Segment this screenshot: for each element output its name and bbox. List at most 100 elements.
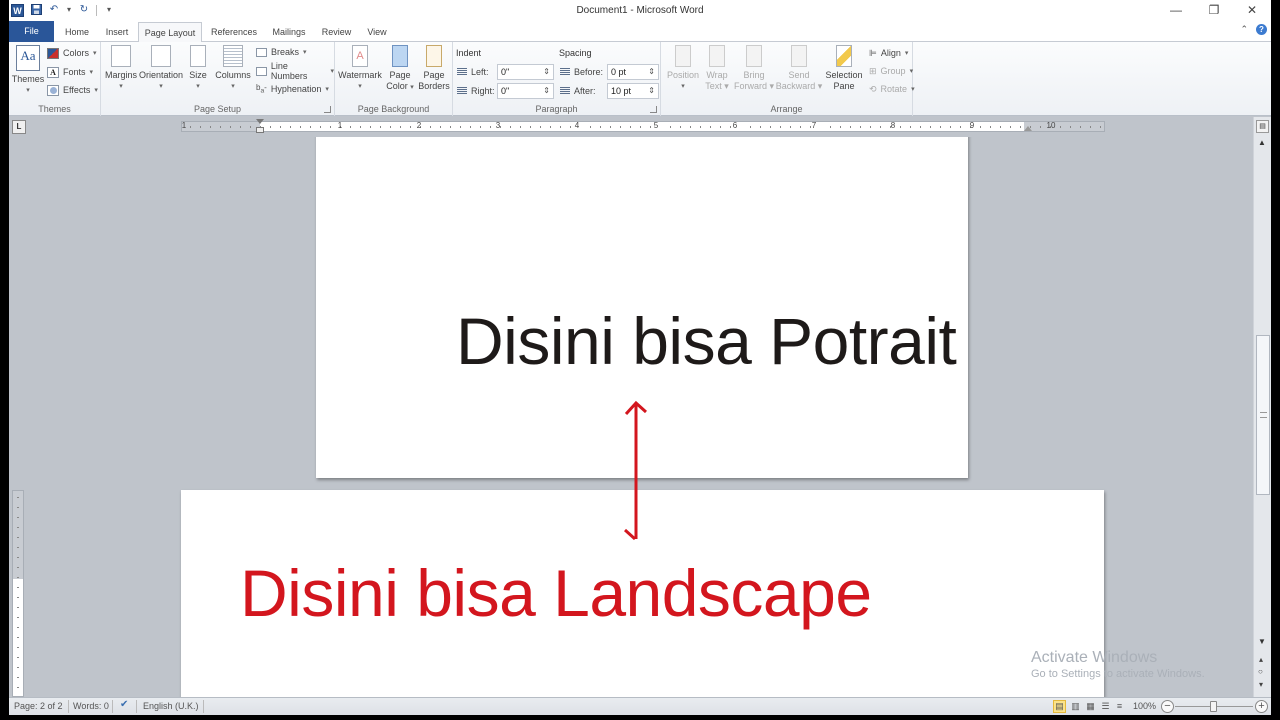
document-canvas[interactable]: Disini bisa Potrait Disini bisa Landscap… — [9, 137, 1253, 697]
left-indent-marker[interactable] — [256, 127, 264, 133]
first-line-indent-marker[interactable] — [256, 119, 264, 124]
selection-pane-button[interactable]: Selection Pane — [823, 45, 865, 92]
help-icon[interactable]: ? — [1256, 24, 1267, 35]
separator — [203, 700, 204, 713]
fonts-label: Fonts — [63, 67, 86, 77]
group-icon: ⊞ — [869, 65, 877, 76]
horizontal-ruler[interactable]: 1 1 2 3 4 5 6 7 8 9 10 — [181, 119, 1105, 133]
minimize-button[interactable]: — — [1157, 0, 1195, 21]
indent-left-label-group: Left: — [457, 64, 489, 80]
rotate-button[interactable]: ⟲ Rotate ▾ — [869, 81, 915, 97]
portrait-text[interactable]: Disini bisa Potrait — [456, 303, 957, 379]
language[interactable]: English (U.K.) — [143, 701, 199, 711]
ruler-area: L 1 1 2 3 4 5 6 7 8 9 10 — [9, 117, 1271, 137]
outline-view-icon[interactable]: ☰ — [1099, 700, 1112, 713]
tab-home[interactable]: Home — [63, 22, 91, 42]
size-button[interactable]: Size ▾ — [187, 45, 209, 92]
watermark-button[interactable]: A Watermark ▾ — [338, 45, 382, 92]
bring-forward-button[interactable]: Bring Forward ▾ — [733, 45, 775, 92]
vertical-ruler-tick — [17, 557, 19, 558]
group-arrange: Position ▾ Wrap Text ▾ Bring Forward ▾ S… — [661, 42, 915, 116]
vertical-ruler-tick — [17, 617, 19, 618]
align-button[interactable]: ⊫ Align ▾ — [869, 45, 908, 61]
close-button[interactable]: ✕ — [1233, 0, 1271, 21]
indent-right-input[interactable]: 0" ⇕ — [497, 83, 554, 99]
indent-left-label: Left: — [471, 67, 489, 77]
effects-icon — [47, 84, 59, 96]
group-button[interactable]: ⊞ Group ▾ — [869, 63, 913, 79]
zoom-in-button[interactable]: + — [1255, 700, 1268, 713]
position-button[interactable]: Position ▾ — [664, 45, 702, 92]
margins-button[interactable]: Margins ▾ — [105, 45, 137, 92]
vertical-scrollbar[interactable]: ▤ ▲ ▼ ▴ ○ ▾ — [1253, 117, 1271, 697]
colors-button[interactable]: Colors ▾ — [47, 45, 97, 61]
themes-button[interactable]: Aa Themes ▾ — [11, 45, 45, 96]
tab-view[interactable]: View — [364, 22, 390, 42]
zoom-level[interactable]: 100% — [1133, 701, 1156, 711]
fonts-button[interactable]: A Fonts ▾ — [47, 64, 93, 80]
page-color-button[interactable]: Page Color ▾ — [385, 45, 415, 93]
page-borders-button[interactable]: Page Borders — [417, 45, 451, 92]
web-layout-view-icon[interactable]: ▦ — [1084, 700, 1097, 713]
view-ruler-toggle[interactable]: ▤ — [1256, 120, 1269, 133]
size-label: Size — [189, 70, 207, 80]
send-backward-label: Send — [788, 70, 810, 80]
spacing-before-input[interactable]: 0 pt ⇕ — [607, 64, 659, 80]
word-window: W ↶ ▾ ↻ ▾ Document1 - Microsoft Word — ❐… — [9, 0, 1271, 720]
page-count[interactable]: Page: 2 of 2 — [14, 701, 63, 711]
spacing-after-input[interactable]: 10 pt ⇕ — [607, 83, 659, 99]
tab-references[interactable]: References — [209, 22, 259, 42]
ruler-number: 1 — [181, 121, 187, 130]
ruler-tick — [310, 126, 311, 128]
paragraph-dialog-launcher[interactable] — [650, 106, 657, 113]
spinner-arrows-icon[interactable]: ⇕ — [648, 65, 655, 79]
tab-page-layout[interactable]: Page Layout — [138, 22, 202, 43]
tab-selector-button[interactable]: L — [12, 120, 26, 134]
bring-forward-label: Bring — [743, 70, 765, 80]
wrap-text-button[interactable]: Wrap Text ▾ — [703, 45, 731, 92]
indent-left-input[interactable]: 0" ⇕ — [497, 64, 554, 80]
scroll-up-icon[interactable]: ▲ — [1258, 138, 1266, 147]
browse-object-icon[interactable]: ○ — [1258, 667, 1263, 676]
scroll-down-icon[interactable]: ▼ — [1258, 637, 1266, 646]
zoom-out-button[interactable]: − — [1161, 700, 1174, 713]
indent-right-label-group: Right: — [457, 83, 495, 99]
right-indent-marker[interactable] — [1024, 126, 1032, 131]
page-setup-dialog-launcher[interactable] — [324, 106, 331, 113]
previous-page-icon[interactable]: ▴ — [1259, 655, 1263, 664]
effects-button[interactable]: Effects ▾ — [47, 82, 98, 98]
ruler-tick — [610, 126, 611, 128]
minimize-ribbon-icon[interactable]: ⌃ — [1240, 24, 1248, 35]
tab-review[interactable]: Review — [319, 22, 354, 42]
spinner-arrows-icon[interactable]: ⇕ — [648, 84, 655, 98]
vertical-ruler[interactable] — [12, 490, 24, 697]
ruler-tick — [940, 126, 941, 128]
spinner-arrows-icon[interactable]: ⇕ — [543, 84, 550, 98]
draft-view-icon[interactable]: ≡ — [1113, 700, 1126, 713]
hyphenation-button[interactable]: ba- Hyphenation ▾ — [256, 81, 329, 97]
zoom-slider-thumb[interactable] — [1210, 701, 1217, 712]
spinner-arrows-icon[interactable]: ⇕ — [543, 65, 550, 79]
word-count[interactable]: Words: 0 — [73, 701, 109, 711]
ruler-tick — [1020, 126, 1021, 128]
print-layout-view-icon[interactable]: ▤ — [1053, 700, 1066, 713]
tab-insert[interactable]: Insert — [102, 22, 132, 42]
vertical-ruler-tick — [17, 597, 19, 598]
send-backward-button[interactable]: Send Backward ▾ — [775, 45, 823, 92]
full-screen-reading-view-icon[interactable]: ▥ — [1069, 700, 1082, 713]
page-color-label: Page — [389, 70, 411, 80]
line-numbers-button[interactable]: Line Numbers ▾ — [256, 61, 334, 81]
columns-button[interactable]: Columns ▾ — [215, 45, 251, 92]
breaks-button[interactable]: Breaks ▾ — [256, 44, 307, 60]
next-page-icon[interactable]: ▾ — [1259, 680, 1263, 689]
ruler-tick — [400, 126, 401, 128]
landscape-text[interactable]: Disini bisa Landscape — [240, 555, 872, 631]
orientation-button[interactable]: Orientation ▾ — [139, 45, 183, 92]
scrollbar-thumb[interactable] — [1256, 335, 1270, 495]
proofing-icon[interactable]: ✔ — [120, 699, 128, 710]
tab-mailings[interactable]: Mailings — [270, 22, 308, 42]
ruler-right-margin — [1024, 122, 1104, 131]
margins-icon — [111, 45, 131, 67]
tab-file[interactable]: File — [9, 21, 54, 42]
restore-button[interactable]: ❐ — [1195, 0, 1233, 21]
